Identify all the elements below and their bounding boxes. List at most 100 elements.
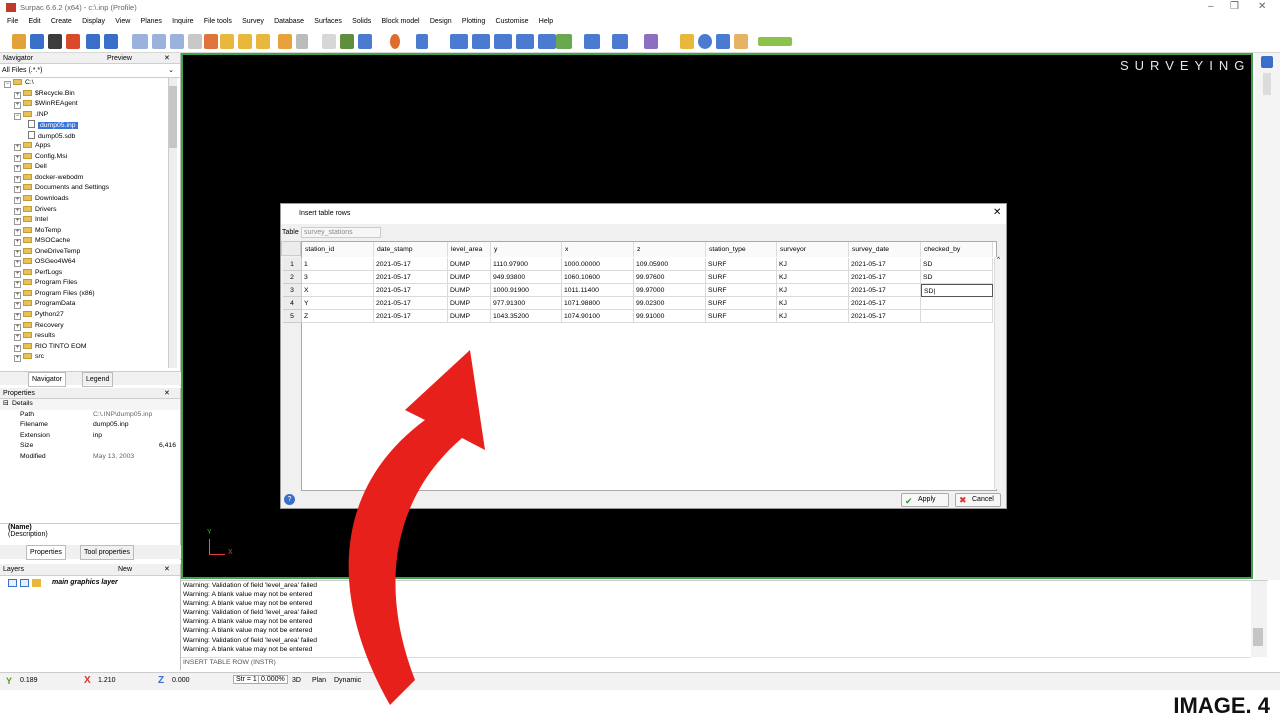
expand-icon[interactable]: +	[14, 355, 21, 363]
check-string-icon[interactable]	[556, 34, 572, 49]
scroll-up-icon[interactable]: ^	[995, 257, 1002, 263]
layer-icon[interactable]	[358, 34, 372, 49]
menu-help[interactable]: Help	[539, 15, 553, 29]
zoom-field[interactable]: 0.000%	[258, 675, 288, 684]
menu-solids[interactable]: Solids	[352, 15, 371, 29]
table-cell[interactable]: 99.02300	[634, 297, 706, 310]
expand-icon[interactable]: +	[14, 144, 21, 152]
colour-icon[interactable]	[716, 34, 730, 49]
table-cell[interactable]: SURF	[706, 284, 777, 297]
tree-item[interactable]: + ProgramData	[2, 299, 180, 310]
tree-item[interactable]: + Program Files	[2, 278, 180, 289]
menu-edit[interactable]: Edit	[29, 15, 41, 29]
expand-icon[interactable]: +	[14, 302, 21, 310]
angle-icon[interactable]	[220, 34, 234, 49]
mode-3d[interactable]: 3D	[292, 677, 301, 684]
table-cell[interactable]: DUMP	[448, 284, 491, 297]
digitise-icon[interactable]	[416, 34, 428, 49]
tree-item[interactable]: + Python27	[2, 310, 180, 321]
select-pointer-icon[interactable]	[296, 34, 308, 49]
expand-icon[interactable]: +	[14, 270, 21, 278]
expand-icon[interactable]: +	[14, 197, 21, 205]
grid-icon[interactable]	[132, 34, 148, 49]
table-cell[interactable]	[921, 310, 993, 323]
table-cell[interactable]: KJ	[777, 310, 849, 323]
tree-item[interactable]: + results	[2, 331, 180, 342]
table-cell[interactable]: 109.05900	[634, 258, 706, 271]
point-icon[interactable]	[390, 34, 400, 49]
expand-icon[interactable]: +	[14, 102, 21, 110]
table-cell[interactable]	[921, 297, 993, 310]
redo-icon[interactable]	[104, 34, 118, 49]
table-cell[interactable]: 99.91000	[634, 310, 706, 323]
tree-item[interactable]: + RIO TINTO EOM	[2, 342, 180, 353]
details-section[interactable]: ⊟ Details	[0, 399, 180, 410]
menu-create[interactable]: Create	[51, 15, 72, 29]
tree-item[interactable]: + Dell	[2, 162, 180, 173]
expand-icon[interactable]: +	[14, 218, 21, 226]
column-header[interactable]: y	[491, 242, 562, 257]
menu-survey[interactable]: Survey	[242, 15, 264, 29]
table-cell[interactable]: 1060.10600	[562, 271, 634, 284]
expand-icon[interactable]: +	[14, 165, 21, 173]
column-header[interactable]: station_type	[706, 242, 777, 257]
table-cell[interactable]: X	[302, 284, 374, 297]
expand-icon[interactable]: +	[14, 249, 21, 257]
plan-icon[interactable]	[256, 34, 270, 49]
close-icon[interactable]: ✕	[164, 564, 170, 575]
tab-tool-properties[interactable]: Tool properties	[80, 545, 134, 560]
undo-icon[interactable]	[86, 34, 100, 49]
display-icon[interactable]	[612, 34, 628, 49]
menu-design[interactable]: Design	[430, 15, 452, 29]
table-cell[interactable]: 1000.00000	[562, 258, 634, 271]
dialog-close-icon[interactable]: ✕	[993, 207, 1001, 218]
table-cell[interactable]: 1074.90100	[562, 310, 634, 323]
minimize-button[interactable]: –	[1208, 1, 1214, 12]
recall-icon[interactable]	[278, 34, 292, 49]
scrollbar-thumb[interactable]	[169, 86, 177, 148]
expand-icon[interactable]: +	[14, 154, 21, 162]
table-cell[interactable]: DUMP	[448, 271, 491, 284]
expand-icon[interactable]: +	[14, 207, 21, 215]
select-box-icon[interactable]	[322, 34, 336, 49]
lock-icon[interactable]	[20, 579, 29, 587]
close-icon[interactable]: ✕	[164, 388, 170, 399]
column-header[interactable]: z	[634, 242, 706, 257]
console-scroll-thumb[interactable]	[1253, 628, 1263, 646]
tree-item[interactable]: + Downloads	[2, 194, 180, 205]
segment-icon[interactable]	[494, 34, 512, 49]
expand-icon[interactable]: +	[14, 239, 21, 247]
expand-icon[interactable]: +	[14, 323, 21, 331]
expand-icon[interactable]: +	[14, 175, 21, 183]
table-cell[interactable]: 2021-05-17	[849, 258, 921, 271]
rotate-icon[interactable]	[204, 34, 218, 49]
table-cell[interactable]: 977.91300	[491, 297, 562, 310]
menu-inquire[interactable]: Inquire	[172, 15, 193, 29]
table-cell[interactable]: DUMP	[448, 297, 491, 310]
tree-item[interactable]: − C:\	[2, 78, 180, 89]
table-cell[interactable]: 2021-05-17	[374, 297, 448, 310]
apply-button[interactable]: ✔ Apply	[901, 493, 949, 507]
pen-icon[interactable]	[644, 34, 658, 49]
table-cell[interactable]: 2021-05-17	[849, 310, 921, 323]
properties-icon[interactable]	[584, 34, 600, 49]
expand-icon[interactable]: +	[14, 334, 21, 342]
section-icon[interactable]	[238, 34, 252, 49]
column-header[interactable]: survey_date	[849, 242, 921, 257]
column-header[interactable]: date_stamp	[374, 242, 448, 257]
table-cell[interactable]: Y	[302, 297, 374, 310]
tree-item[interactable]: dump05.sdb	[2, 130, 180, 142]
tree-item[interactable]: dump05.inp	[2, 120, 180, 131]
expand-icon[interactable]: +	[14, 344, 21, 352]
table-cell[interactable]: 2021-05-17	[374, 310, 448, 323]
table-cell[interactable]: SURF	[706, 258, 777, 271]
expand-icon[interactable]: −	[4, 81, 11, 88]
menu-display[interactable]: Display	[82, 15, 105, 29]
menu-database[interactable]: Database	[274, 15, 304, 29]
tree-item[interactable]: + Documents and Settings	[2, 183, 180, 194]
line-icon[interactable]	[472, 34, 490, 49]
expand-icon[interactable]: +	[14, 186, 21, 194]
row-number[interactable]: 1	[283, 258, 302, 271]
table-cell[interactable]: 1000.91900	[491, 284, 562, 297]
tab-navigator[interactable]: Navigator	[28, 372, 66, 387]
